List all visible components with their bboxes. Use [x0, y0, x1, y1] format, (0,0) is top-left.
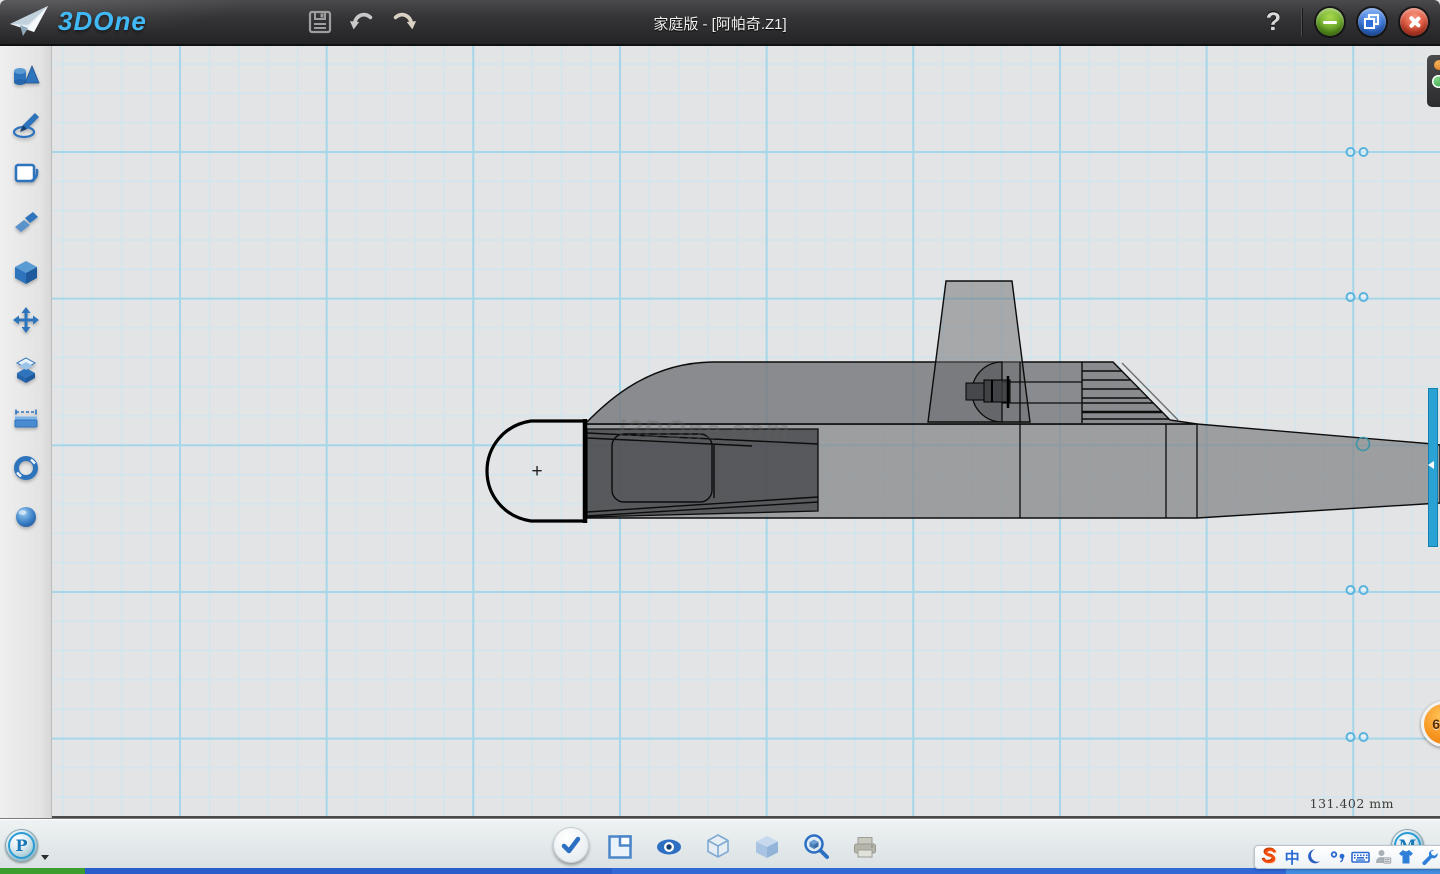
- plane-mode-caret[interactable]: [41, 855, 49, 860]
- notification-count: 64: [1432, 716, 1440, 732]
- model-viewport[interactable]: +: [52, 46, 1440, 818]
- tool-ring-button[interactable]: [9, 451, 43, 485]
- visibility-button[interactable]: [654, 832, 684, 862]
- punctuation-icon[interactable]: [1328, 847, 1347, 867]
- titlebar-separator: [1301, 8, 1302, 36]
- brand-text: 3DOne: [58, 6, 147, 37]
- drawing-canvas[interactable]: + i3DOne.com 131.402 mm 64: [52, 46, 1440, 818]
- ring-icon: [11, 453, 41, 483]
- toolbox-wrench-icon[interactable]: [1419, 847, 1438, 867]
- viewport-layout-button[interactable]: [605, 832, 635, 862]
- save-button[interactable]: [307, 8, 333, 36]
- collapsed-panel-handle[interactable]: [1428, 388, 1438, 547]
- close-icon: [1400, 8, 1428, 36]
- tool-feature-button[interactable]: [9, 255, 43, 289]
- undo-button[interactable]: [349, 8, 375, 36]
- grid-scale-label: 131.402 mm: [1310, 796, 1394, 811]
- close-button[interactable]: [1400, 8, 1428, 36]
- tool-material-button[interactable]: [9, 500, 43, 534]
- app-logo: 3DOne: [8, 2, 147, 40]
- login-person-icon[interactable]: [1374, 847, 1393, 867]
- tool-move-button[interactable]: [9, 304, 43, 338]
- ime-toolbar: S 中: [1254, 845, 1440, 869]
- grid-ruler-mark: [1346, 585, 1371, 595]
- left-toolbar: [0, 46, 52, 818]
- window-controls: ?: [1266, 7, 1428, 37]
- chinese-mode-icon[interactable]: 中: [1283, 847, 1302, 867]
- help-button[interactable]: ?: [1266, 7, 1281, 37]
- confirm-check-icon: [556, 830, 586, 860]
- section-bar-icon: [11, 404, 41, 434]
- skin-shirt-icon[interactable]: [1397, 847, 1416, 867]
- grid-ruler-mark: [1346, 292, 1371, 302]
- wireframe-cube-icon: [703, 832, 733, 862]
- plane-mode-letter: P: [15, 836, 27, 855]
- tool-trim-button[interactable]: [9, 206, 43, 240]
- quick-actions: [307, 8, 417, 36]
- plane-mode-badge[interactable]: P: [5, 829, 38, 862]
- shaded-cube-icon: [752, 832, 782, 862]
- zoom-view-button[interactable]: [801, 832, 831, 862]
- tool-sketch-shape-button[interactable]: [9, 157, 43, 191]
- soft-keyboard-icon[interactable]: [1351, 847, 1370, 867]
- shaded-view-button[interactable]: [752, 832, 782, 862]
- tool-combine-button[interactable]: [9, 353, 43, 387]
- restore-icon: [1358, 8, 1386, 36]
- print-icon: [850, 832, 880, 862]
- grid-ruler-mark: [1346, 732, 1371, 742]
- tool-sketch-button[interactable]: [9, 108, 43, 142]
- tool-solids-button[interactable]: [9, 59, 43, 93]
- solids-icon: [11, 61, 41, 91]
- paper-plane-icon: [8, 2, 52, 40]
- minimize-button[interactable]: [1316, 8, 1344, 36]
- fullwidth-moon-icon[interactable]: [1305, 847, 1324, 867]
- title-bar: 3DOne: [0, 0, 1440, 46]
- print-button: [850, 832, 880, 862]
- redo-icon: [391, 9, 417, 35]
- trim-eraser-icon: [11, 208, 41, 238]
- zoom-magnifier-icon: [801, 832, 831, 862]
- sketch-center-mark: +: [531, 461, 542, 482]
- tab-green-icon: [1432, 75, 1440, 88]
- sketch-shape-icon: [11, 159, 41, 189]
- sogou-logo-icon[interactable]: S: [1260, 847, 1279, 867]
- minimize-icon: [1323, 21, 1337, 25]
- application-window: 3DOne: [0, 0, 1440, 874]
- material-sphere-icon: [11, 502, 41, 532]
- save-icon: [307, 9, 333, 35]
- status-bar: P: [0, 818, 1440, 868]
- viewport-layout-icon: [605, 832, 635, 862]
- move-icon: [11, 306, 41, 336]
- restore-button[interactable]: [1358, 8, 1386, 36]
- tool-section-button[interactable]: [9, 402, 43, 436]
- confirm-view-button[interactable]: [553, 827, 589, 863]
- view-toolbar: [556, 830, 880, 863]
- collapsed-toolbar-tab[interactable]: [1427, 55, 1440, 107]
- tab-orange-icon: [1434, 60, 1440, 70]
- window-title: 家庭版 - [阿帕奇.Z1]: [0, 13, 1440, 34]
- wireframe-view-button[interactable]: [703, 832, 733, 862]
- visibility-eye-icon: [654, 832, 684, 862]
- combine-icon: [11, 355, 41, 385]
- undo-icon: [349, 9, 375, 35]
- feature-cube-icon: [11, 257, 41, 287]
- os-taskbar[interactable]: [0, 868, 1440, 874]
- redo-button[interactable]: [391, 8, 417, 36]
- grid-ruler-mark: [1346, 147, 1371, 157]
- sketch-draw-icon: [11, 110, 41, 140]
